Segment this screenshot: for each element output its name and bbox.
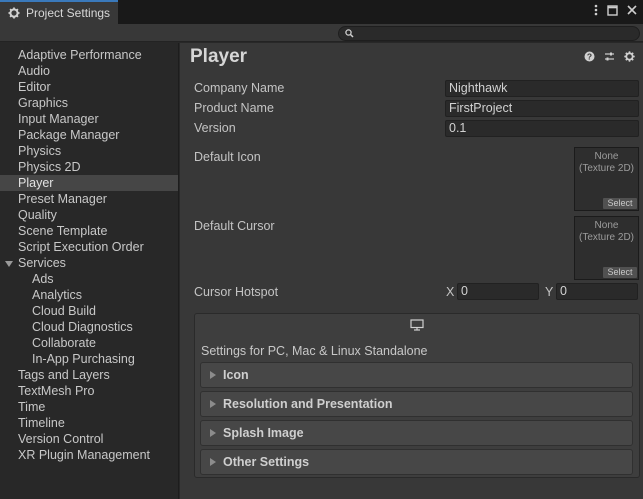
section-label: Icon [223, 368, 249, 382]
expand-arrow-icon[interactable] [5, 260, 13, 267]
section-other-foldout[interactable]: Other Settings [200, 449, 633, 475]
sidebar-item-cloud-diagnostics[interactable]: Cloud Diagnostics [0, 319, 178, 335]
main-panel: Player ? Company Name Nighthawk Product … [180, 43, 643, 499]
sidebar: Adaptive Performance Audio Editor Graphi… [0, 43, 179, 499]
section-label: Splash Image [223, 426, 304, 440]
close-icon[interactable] [627, 5, 637, 15]
page-title: Player [190, 46, 248, 67]
sidebar-item-xr-plugin-management[interactable]: XR Plugin Management [0, 447, 178, 463]
version-field[interactable]: 0.1 [445, 120, 639, 137]
tab-title: Project Settings [26, 6, 111, 20]
kebab-menu-icon[interactable] [594, 4, 598, 16]
sidebar-item-audio[interactable]: Audio [0, 63, 178, 79]
project-settings-tab[interactable]: Project Settings [0, 0, 118, 24]
texture-type-text: (Texture 2D) [578, 163, 634, 174]
foldout-arrow-icon [210, 458, 216, 466]
sidebar-item-textmesh-pro[interactable]: TextMesh Pro [0, 383, 178, 399]
product-name-label: Product Name [194, 101, 274, 115]
default-icon-label: Default Icon [194, 150, 261, 164]
search-input[interactable] [357, 27, 635, 40]
default-cursor-label: Default Cursor [194, 219, 275, 233]
sidebar-item-player[interactable]: Player [0, 175, 178, 191]
company-name-label: Company Name [194, 81, 285, 95]
hotspot-y-field[interactable]: 0 [556, 283, 638, 300]
sidebar-item-ads[interactable]: Ads [0, 271, 178, 287]
section-icon-foldout[interactable]: Icon [200, 362, 633, 388]
platform-settings-box: Settings for PC, Mac & Linux Standalone … [194, 313, 640, 478]
search-icon [345, 29, 354, 38]
platform-label: Settings for PC, Mac & Linux Standalone [201, 344, 428, 358]
sidebar-item-package-manager[interactable]: Package Manager [0, 127, 178, 143]
title-bar: Project Settings [0, 0, 643, 24]
hotspot-x-field[interactable]: 0 [457, 283, 539, 300]
sidebar-item-analytics[interactable]: Analytics [0, 287, 178, 303]
sidebar-item-physics[interactable]: Physics [0, 143, 178, 159]
section-label: Resolution and Presentation [223, 397, 393, 411]
sidebar-item-physics-2d[interactable]: Physics 2D [0, 159, 178, 175]
maximize-icon[interactable] [607, 4, 618, 16]
foldout-arrow-icon [210, 429, 216, 437]
select-button[interactable]: Select [603, 267, 637, 278]
select-button[interactable]: Select [603, 198, 637, 209]
sidebar-item-tags-and-layers[interactable]: Tags and Layers [0, 367, 178, 383]
texture-none-text: None [594, 220, 619, 231]
sidebar-item-time[interactable]: Time [0, 399, 178, 415]
sidebar-item-services[interactable]: Services [0, 255, 178, 271]
sidebar-item-scene-template[interactable]: Scene Template [0, 223, 178, 239]
texture-none-text: None [594, 151, 619, 162]
default-cursor-texture-slot[interactable]: None (Texture 2D) Select [574, 216, 639, 280]
section-resolution-foldout[interactable]: Resolution and Presentation [200, 391, 633, 417]
sidebar-item-quality[interactable]: Quality [0, 207, 178, 223]
version-label: Version [194, 121, 236, 135]
hotspot-y-label: Y [545, 285, 554, 299]
help-icon[interactable]: ? [584, 51, 595, 62]
toolbar [0, 24, 643, 42]
texture-type-text: (Texture 2D) [578, 232, 634, 243]
sidebar-item-script-execution-order[interactable]: Script Execution Order [0, 239, 178, 255]
sidebar-item-preset-manager[interactable]: Preset Manager [0, 191, 178, 207]
sidebar-item-timeline[interactable]: Timeline [0, 415, 178, 431]
sidebar-item-label: Services [18, 256, 66, 270]
preset-sliders-icon[interactable] [604, 51, 615, 62]
sidebar-item-editor[interactable]: Editor [0, 79, 178, 95]
gear-icon [8, 7, 20, 19]
sidebar-item-adaptive-performance[interactable]: Adaptive Performance [0, 47, 178, 63]
company-name-field[interactable]: Nighthawk [445, 80, 639, 97]
foldout-arrow-icon [210, 400, 216, 408]
sidebar-item-in-app-purchasing[interactable]: In-App Purchasing [0, 351, 178, 367]
hotspot-x-label: X [446, 285, 455, 299]
svg-text:?: ? [587, 52, 592, 62]
sidebar-item-version-control[interactable]: Version Control [0, 431, 178, 447]
monitor-icon[interactable] [410, 319, 424, 331]
section-label: Other Settings [223, 455, 310, 469]
sidebar-item-input-manager[interactable]: Input Manager [0, 111, 178, 127]
sidebar-item-graphics[interactable]: Graphics [0, 95, 178, 111]
foldout-arrow-icon [210, 371, 216, 379]
section-splash-foldout[interactable]: Splash Image [200, 420, 633, 446]
default-icon-texture-slot[interactable]: None (Texture 2D) Select [574, 147, 639, 211]
cursor-hotspot-label: Cursor Hotspot [194, 285, 279, 299]
sidebar-item-collaborate[interactable]: Collaborate [0, 335, 178, 351]
settings-gear-icon[interactable] [624, 51, 635, 62]
sidebar-item-cloud-build[interactable]: Cloud Build [0, 303, 178, 319]
product-name-field[interactable]: FirstProject [445, 100, 639, 117]
search-box[interactable] [338, 26, 640, 41]
